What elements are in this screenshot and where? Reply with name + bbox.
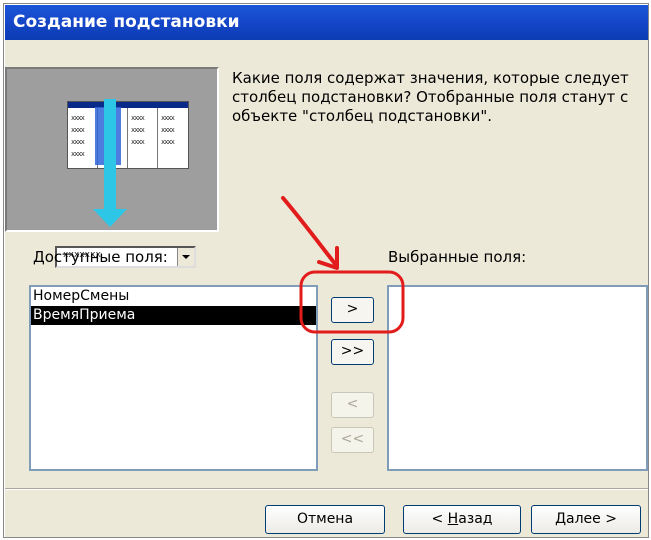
cancel-button-label: Отмена: [296, 511, 354, 527]
illustration-table: xxxx xxxx xxxx xxxx xxxx xxxx xxxx xxxx …: [67, 101, 189, 169]
illustration-cell: xxxx: [71, 114, 85, 122]
illustration-cell: xxxx: [71, 126, 85, 134]
available-fields-label: Доступные поля:: [33, 248, 168, 266]
remove-all-button[interactable]: <<: [331, 427, 374, 453]
illustration-col-divider: [157, 108, 158, 168]
next-button[interactable]: Далее >: [531, 505, 641, 534]
illustration-cell: xxxx: [71, 150, 85, 158]
back-button-prefix: <: [431, 511, 448, 527]
next-button-mnemonic: Д: [555, 511, 566, 527]
illustration-cell: xxxx: [131, 126, 145, 134]
back-button-label: азад: [458, 511, 493, 527]
illustration-cell: xxxx: [131, 138, 145, 146]
list-item-selected[interactable]: ВремяПриема: [31, 306, 316, 325]
cancel-button[interactable]: Отмена: [265, 505, 385, 534]
add-all-button[interactable]: >>: [331, 339, 374, 365]
lookup-wizard-dialog: Создание подстановки xxxx xxxx xxxx xxxx…: [4, 4, 648, 537]
selected-fields-list[interactable]: [387, 285, 648, 471]
illustration-arrow-head-icon: [93, 209, 127, 227]
back-button[interactable]: < Назад: [403, 505, 521, 534]
illustration-cell: xxxx: [71, 138, 85, 146]
illustration-cell: xxxx: [161, 126, 175, 134]
chevron-down-icon: [177, 248, 194, 266]
remove-one-button[interactable]: <: [331, 392, 374, 418]
illustration-table-header: [68, 102, 188, 108]
illustration-cell: xxxx: [131, 114, 145, 122]
back-button-mnemonic: Н: [447, 511, 459, 527]
footer-separator: [5, 488, 648, 490]
illustration-col-divider: [127, 108, 128, 168]
next-button-label: алее >: [566, 511, 617, 527]
selected-fields-label: Выбранные поля:: [388, 248, 527, 266]
wizard-description: Какие поля содержат значения, которые сл…: [232, 69, 629, 125]
add-one-button[interactable]: >: [331, 297, 374, 323]
list-item[interactable]: НомерСмены: [31, 287, 316, 306]
dialog-title: Создание подстановки: [5, 5, 648, 40]
illustration-arrow-icon: [104, 99, 116, 209]
lookup-wizard-illustration-icon: xxxx xxxx xxxx xxxx xxxx xxxx xxxx xxxx …: [5, 67, 219, 268]
illustration-cell: xxxx: [161, 114, 175, 122]
illustration-cell: xxxx: [161, 138, 175, 146]
available-fields-list[interactable]: НомерСмены ВремяПриема: [29, 285, 318, 471]
